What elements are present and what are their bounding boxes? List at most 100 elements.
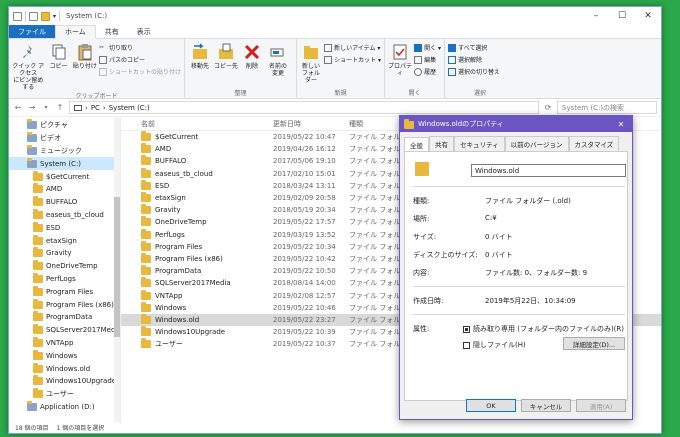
up-arrow-icon[interactable]: ↑ xyxy=(55,103,65,112)
tab-general[interactable]: 全般 xyxy=(404,137,429,152)
open-button[interactable]: 開く ▾ xyxy=(414,43,441,52)
tree-item[interactable]: Program Files xyxy=(9,285,120,298)
delete-button[interactable]: 削除 xyxy=(240,41,264,88)
apply-button[interactable]: 適用(A) xyxy=(576,399,626,412)
folder-icon xyxy=(141,289,151,300)
folder-icon xyxy=(33,272,43,283)
folder-icon xyxy=(141,192,151,203)
close-button[interactable]: ✕ xyxy=(635,7,661,25)
window-title: System (C:) xyxy=(66,12,108,20)
breadcrumb-pc[interactable]: PC xyxy=(91,104,100,112)
folder-icon xyxy=(141,313,151,324)
tab-customize[interactable]: カスタマイズ xyxy=(568,136,620,151)
minimize-button[interactable]: – xyxy=(583,7,609,25)
tree-item[interactable]: OneDriveTemp xyxy=(9,260,120,273)
folder-name-input[interactable]: Windows.old xyxy=(471,164,626,177)
copy-path-icon xyxy=(98,55,107,64)
tree-item[interactable]: $GetCurrent xyxy=(9,170,120,183)
tree-item-label: ピクチャ xyxy=(40,121,68,130)
tree-item[interactable]: SQLServer2017Media xyxy=(9,324,120,337)
shortcut-button[interactable]: ショートカット ▾ xyxy=(324,55,381,64)
tree-item[interactable]: Windows10Upgrade xyxy=(9,375,120,388)
tree-item[interactable]: easeus_tb_cloud xyxy=(9,208,120,222)
tree-item[interactable]: ビデオ xyxy=(9,132,120,145)
tree-item[interactable]: AMD xyxy=(9,183,120,196)
chevron-down-icon[interactable]: ▾ xyxy=(53,13,56,20)
new-folder-icon[interactable] xyxy=(41,11,50,21)
copy-button[interactable]: コピー xyxy=(46,41,70,91)
move-to-button[interactable]: 移動先 xyxy=(188,41,212,88)
new-folder-button[interactable]: 新しい フォルダー xyxy=(300,41,322,88)
maximize-button[interactable]: ☐ xyxy=(609,7,635,25)
copy-to-button[interactable]: コピー先 xyxy=(214,41,238,88)
tab-share[interactable]: 共有 xyxy=(96,25,128,38)
file-date: 2019/05/22 10:37 xyxy=(273,340,336,349)
tree-item[interactable]: Windows.old xyxy=(9,362,120,375)
item-count: 18 個の項目 xyxy=(15,424,49,432)
tree-item[interactable]: System (C:) xyxy=(9,157,120,171)
cut-button[interactable]: ✂ 切り取り xyxy=(99,43,181,53)
tree-item[interactable]: Windows xyxy=(9,349,120,362)
file-name: $GetCurrent xyxy=(155,133,199,142)
address-bar[interactable]: › PC › System (C:) xyxy=(69,101,539,114)
tree-item[interactable]: etaxSign xyxy=(9,234,120,247)
cancel-button[interactable]: キャンセル xyxy=(521,399,571,412)
rename-button[interactable]: 名前の 変更 xyxy=(266,41,290,88)
properties-icon[interactable] xyxy=(29,11,38,21)
hidden-checkbox[interactable]: 隠しファイル(H) xyxy=(463,340,526,350)
paste-shortcut-button[interactable]: ショートカットの貼り付け xyxy=(98,67,181,76)
library-icon xyxy=(27,400,37,411)
tree-item-label: System (C:) xyxy=(40,159,82,168)
tree-item[interactable]: BUFFALO xyxy=(9,196,120,209)
properties-button[interactable]: プロパティ xyxy=(388,41,412,88)
tree-item-label: PerfLogs xyxy=(46,274,76,283)
tree-item-label: ESD xyxy=(46,223,61,232)
tree-item[interactable]: PerfLogs xyxy=(9,272,120,286)
history-button[interactable]: 履歴 xyxy=(414,67,441,76)
tree-item[interactable]: VNTApp xyxy=(9,336,120,350)
invert-selection-button[interactable]: 選択の切り替え xyxy=(448,67,500,76)
readonly-checkbox[interactable]: 読み取り専用 (フォルダー内のファイルのみ)(R) xyxy=(463,324,624,334)
tree-item[interactable]: ユーザー xyxy=(9,388,120,401)
folder-icon xyxy=(141,143,151,154)
chevron-down-icon[interactable]: ▾ xyxy=(41,104,51,111)
computer-icon xyxy=(74,104,82,111)
tab-home[interactable]: ホーム xyxy=(55,25,96,39)
tab-file[interactable]: ファイル xyxy=(9,25,55,38)
file-name: OneDriveTemp xyxy=(155,218,207,227)
column-date[interactable]: 更新日時 xyxy=(273,119,349,129)
forward-arrow-icon[interactable]: → xyxy=(27,103,37,112)
pin-button[interactable]: クイック アクセス にピン留めする xyxy=(12,41,44,91)
folder-icon xyxy=(141,216,151,227)
tab-view[interactable]: 表示 xyxy=(128,25,160,38)
prop-contents: 内容: ファイル数: 0、フォルダー数: 9 xyxy=(413,269,588,277)
tree-item[interactable]: ピクチャ xyxy=(9,119,120,132)
copy-path-button[interactable]: パスのコピー xyxy=(98,55,181,64)
tree-item[interactable]: Gravity xyxy=(9,247,120,260)
tab-previous-versions[interactable]: 以前のバージョン xyxy=(504,136,569,151)
ok-button[interactable]: OK xyxy=(466,399,516,412)
ribbon-tabs: ファイル ホーム 共有 表示 xyxy=(9,25,661,39)
new-item-button[interactable]: 新しいアイテム ▾ xyxy=(324,43,381,52)
tree-item[interactable]: Application (D:) xyxy=(9,400,120,414)
close-icon[interactable]: ✕ xyxy=(610,120,632,129)
tab-security[interactable]: セキュリティ xyxy=(454,136,505,151)
file-date: 2018/08/14 14:00 xyxy=(273,279,336,288)
tree-scrollbar[interactable] xyxy=(114,117,120,423)
column-name[interactable]: 名前 xyxy=(121,119,273,129)
search-input[interactable]: System (C:)の検索 xyxy=(557,101,657,114)
refresh-icon[interactable]: ⟳ xyxy=(543,103,553,112)
back-arrow-icon[interactable]: ← xyxy=(13,103,23,112)
tree-item[interactable]: Program Files (x86) xyxy=(9,298,120,311)
tree-item[interactable]: ESD xyxy=(9,221,120,234)
tree-item[interactable]: ミュージック xyxy=(9,144,120,158)
select-none-button[interactable]: 選択解除 xyxy=(448,55,500,64)
advanced-button[interactable]: 詳細設定(D)... xyxy=(563,337,625,350)
tree-item[interactable]: ProgramData xyxy=(9,311,120,324)
paste-button[interactable]: 貼り付け xyxy=(73,41,97,91)
edit-button[interactable]: 編集 xyxy=(414,55,441,64)
tab-sharing[interactable]: 共有 xyxy=(429,136,454,151)
select-all-button[interactable]: すべて選択 xyxy=(448,43,500,52)
breadcrumb-drive[interactable]: System (C:) xyxy=(109,104,150,112)
file-name: AMD xyxy=(155,145,172,154)
